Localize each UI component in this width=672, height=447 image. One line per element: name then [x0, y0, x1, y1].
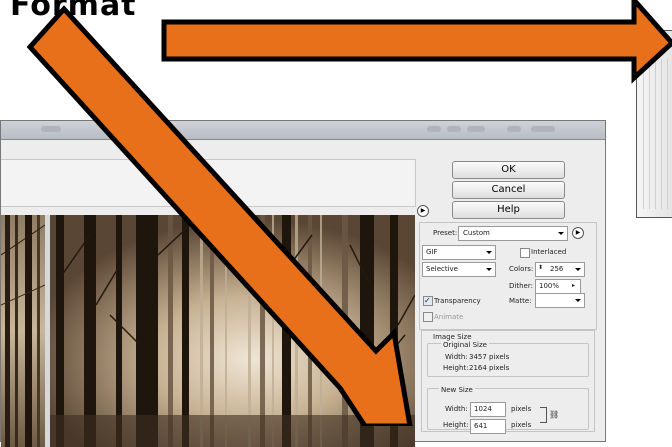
forest-photo-preview: [50, 215, 415, 447]
interlaced-label: Interlaced: [531, 248, 567, 256]
format-dropdown[interactable]: GIF: [422, 245, 496, 260]
window-titlebar: [1, 121, 605, 140]
dither-value: 100%: [539, 282, 560, 290]
forest-photo-left: [1, 215, 45, 447]
cancel-button[interactable]: Cancel: [452, 181, 565, 199]
preset-dropdown[interactable]: Custom: [458, 226, 568, 241]
titlebar-control[interactable]: [467, 126, 485, 132]
right-arrow: [161, 0, 672, 84]
colors-field[interactable]: ⬍ 256: [535, 262, 585, 277]
colors-label: Colors:: [509, 265, 534, 273]
orig-height-label: Height:: [443, 364, 469, 372]
titlebar-control[interactable]: [427, 126, 441, 132]
new-width-unit: pixels: [511, 405, 532, 413]
new-height-unit: pixels: [511, 421, 532, 429]
original-size-label: Original Size: [441, 341, 489, 349]
checkmark-icon: ✓: [424, 296, 431, 305]
titlebar-control[interactable]: [447, 126, 461, 132]
settings-menu-icon[interactable]: ▶: [572, 227, 584, 239]
image-size-label: Image Size: [433, 333, 472, 341]
constrain-bracket: [540, 407, 547, 423]
stepper-icon[interactable]: ⬍: [538, 264, 543, 271]
matte-dropdown[interactable]: [535, 293, 585, 308]
help-button[interactable]: Help: [452, 201, 565, 219]
ok-button[interactable]: OK: [452, 161, 565, 179]
reduction-value: Selective: [426, 265, 458, 273]
reduction-dropdown[interactable]: Selective: [422, 262, 496, 277]
chevron-right-icon[interactable]: ▸: [572, 282, 575, 289]
dialog-stripes: [643, 59, 671, 209]
titlebar-control[interactable]: [507, 126, 521, 132]
chevron-down-icon: [558, 232, 564, 235]
dither-label: Dither:: [509, 282, 533, 290]
orig-width-label: Width:: [445, 353, 468, 361]
titlebar-control[interactable]: [531, 126, 555, 132]
new-width-label: Width:: [445, 405, 468, 413]
animate-label: Animate: [434, 313, 464, 321]
titlebar-label: [41, 126, 61, 132]
new-width-input[interactable]: 1024: [470, 402, 506, 417]
preset-label: Preset:: [433, 229, 458, 237]
image-preview-area[interactable]: [1, 215, 415, 447]
play-arrow-icon[interactable]: ▶: [417, 205, 429, 217]
matte-label: Matte:: [509, 297, 532, 305]
orig-height-value: 2164 pixels: [469, 364, 510, 372]
new-height-label: Height:: [443, 421, 469, 429]
dither-field[interactable]: 100% ▸: [535, 279, 581, 294]
orig-width-value: 3457 pixels: [469, 353, 510, 361]
heading-text: Format: [10, 0, 137, 23]
background-dialog: [636, 30, 672, 218]
chevron-down-icon: [486, 268, 492, 271]
transparency-checkbox[interactable]: ✓: [423, 296, 433, 306]
preset-value: Custom: [463, 229, 490, 237]
chain-link-icon[interactable]: ⛓: [549, 410, 559, 419]
new-width-value: 1024: [474, 405, 492, 413]
format-value: GIF: [426, 248, 438, 256]
new-size-label: New Size: [439, 386, 475, 394]
transparency-label: Transparency: [434, 297, 481, 305]
preview-tab-bar: [1, 159, 416, 207]
interlaced-checkbox[interactable]: [520, 248, 530, 258]
chevron-down-icon: [575, 268, 581, 271]
new-height-input[interactable]: 641: [470, 419, 506, 434]
chevron-down-icon: [575, 299, 581, 302]
chevron-down-icon: [486, 251, 492, 254]
animate-checkbox: [423, 312, 433, 322]
new-height-value: 641: [474, 422, 488, 430]
colors-value: 256: [550, 265, 564, 273]
